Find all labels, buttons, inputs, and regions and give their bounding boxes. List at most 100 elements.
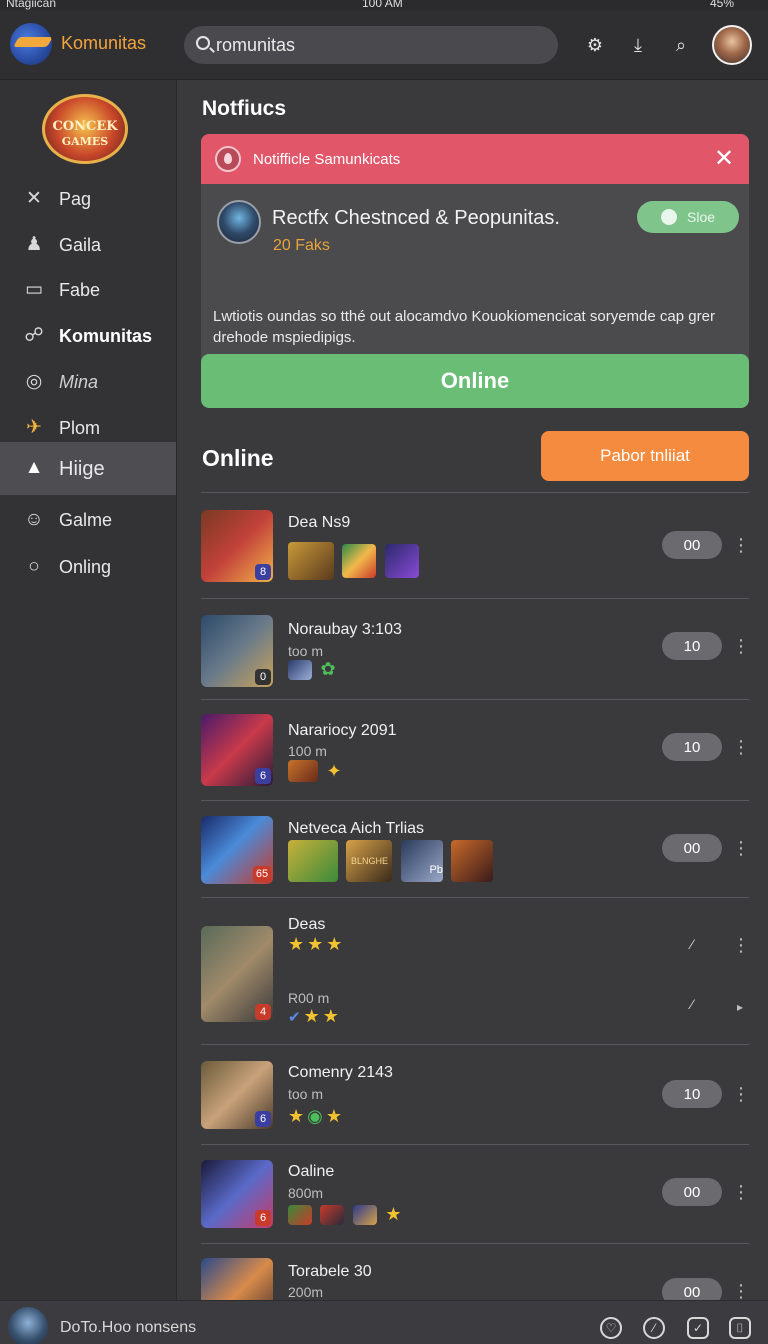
rating-stars: ★ ★ ★ <box>288 934 345 958</box>
sidebar-item-gaila[interactable]: ♟ Gaila <box>0 222 176 268</box>
game-thumbnail: 65 <box>201 816 273 884</box>
sidebar-item-label: Onling <box>59 557 112 577</box>
notification-tag-label: Sloe <box>687 209 716 225</box>
notification-avatar[interactable] <box>217 200 261 244</box>
game-icon <box>288 659 312 680</box>
more-icon[interactable]: ⋮ <box>732 1083 750 1105</box>
count-pill[interactable]: 10 <box>662 1080 722 1108</box>
sidebar-item-label: Hiige <box>59 458 105 480</box>
sidebar-item-label: Gaila <box>59 235 102 255</box>
sidebar-item-komunitas[interactable]: ☍ Komunitas <box>0 313 176 359</box>
count-pill[interactable]: 00 <box>662 834 722 862</box>
online-action-button[interactable]: Pabor tnliiat <box>541 431 749 481</box>
count-pill[interactable]: 00 <box>662 1278 722 1300</box>
sidebar-item-label: Mina <box>59 372 99 392</box>
more-icon[interactable]: ⋮ <box>732 1181 750 1203</box>
more-icon[interactable]: ⋮ <box>732 837 750 859</box>
footer-text: DoTo.Hoo nonsens <box>60 1319 197 1336</box>
list-item-title: Noraubay 3:103 <box>288 621 402 638</box>
more-icon[interactable]: ⋮ <box>732 736 750 758</box>
heart-icon[interactable]: ♡ <box>600 1317 622 1339</box>
list-item-title: Deas <box>288 916 326 933</box>
notification-name: Rectfx Chestnced & Peopunitas. <box>272 207 560 229</box>
bookmark-icon[interactable]: ⌷ <box>729 1317 751 1339</box>
game-icons <box>288 542 423 580</box>
sidebar-item-mina[interactable]: ◎ Mina <box>0 359 176 405</box>
list-item[interactable]: 6 Comenry 2143 too m ★ ◉ ★ 10 ⋮ <box>201 1060 750 1140</box>
search-input[interactable] <box>216 33 536 57</box>
list-item[interactable]: 65 Netveca Aich Trlias BLNGHE Pb 00 ⋮ <box>201 816 750 891</box>
app-logo-icon[interactable] <box>10 23 52 65</box>
star-icon: ★ <box>325 1106 342 1126</box>
brand-logo[interactable]: CONCEK GAMES <box>42 94 128 164</box>
carrier-label: Ntagiican <box>6 0 57 10</box>
sidebar: CONCEK GAMES ✕ Pag ♟ Gaila ▭ Fabe ☍ Komu… <box>0 80 177 1300</box>
game-thumbnail: 0 <box>201 615 273 687</box>
status-bar: Ntagiican 100 AM 45% <box>0 0 768 10</box>
game-icons: ✿ <box>288 659 339 697</box>
sidebar-item-fabe[interactable]: ▭ Fabe <box>0 267 176 313</box>
search-bar[interactable] <box>184 26 558 64</box>
thumbnail-badge: 6 <box>255 1111 271 1127</box>
footer-avatar[interactable] <box>8 1307 48 1344</box>
compass-icon[interactable]: ⁄ <box>643 1317 665 1339</box>
game-icon <box>320 1204 345 1225</box>
more-icon[interactable]: ⋮ <box>732 534 750 556</box>
chevron-right-icon[interactable]: ▸ <box>732 996 748 1018</box>
divider <box>201 897 749 898</box>
notification-tag[interactable]: Sloe <box>637 201 739 233</box>
list-item-title: Narariocy 2091 <box>288 722 397 739</box>
list-item-title: Torabele 30 <box>288 1263 372 1280</box>
drop-icon <box>215 146 241 172</box>
clover-icon: ✿ <box>320 659 336 679</box>
star-icon: ★ <box>326 934 343 954</box>
close-icon[interactable]: ✕ <box>711 146 737 172</box>
game-icons: ★ <box>288 1204 405 1228</box>
list-item[interactable]: 6 Narariocy 2091 100 m ✦ 10 ⋮ <box>201 714 750 794</box>
count-pill[interactable]: 00 <box>662 531 722 559</box>
list-item[interactable]: 0 Noraubay 3:103 too m ✿ 10 ⋮ <box>201 613 750 693</box>
thumbnail-badge: 0 <box>255 669 271 685</box>
game-thumbnail: 8 <box>201 510 273 582</box>
list-item-title: Oaline <box>288 1163 335 1180</box>
sidebar-item-label: Pag <box>59 189 92 209</box>
list-item-title: Comenry 2143 <box>288 1064 393 1081</box>
more-icon[interactable]: ⋮ <box>732 934 750 956</box>
count-pill[interactable]: 10 <box>662 632 722 660</box>
count-pill[interactable]: 00 <box>662 1178 722 1206</box>
list-item[interactable]: 6 Oaline 800m ★ 00 ⋮ <box>201 1159 750 1239</box>
target-icon: ◎ <box>25 371 43 392</box>
list-item-subtitle: 800m <box>288 1185 324 1201</box>
game-icons: BLNGHE Pb <box>288 840 497 882</box>
list-item[interactable]: 8 Dea Ns9 00 ⋮ <box>201 508 750 588</box>
warning-icon: ▲ <box>24 457 44 478</box>
tick-icon: ⁄ <box>691 936 694 952</box>
download-icon[interactable]: ⤓ <box>627 34 649 56</box>
game-icon <box>288 760 318 782</box>
sidebar-item-hiige[interactable]: ▲ Hiige <box>0 442 176 495</box>
sidebar-item-onling[interactable]: ○ Onling <box>0 544 176 590</box>
search-icon: ○ <box>28 556 40 577</box>
online-cta-button[interactable]: Online <box>201 354 749 408</box>
more-icon[interactable]: ⋮ <box>732 1280 749 1300</box>
smiley-icon: ☺ <box>24 509 44 530</box>
list-item[interactable]: 4 Deas ★ ★ ★ R00 m ✔ ★ ★ ⁄ ⋮ ⁄ ▸ <box>201 912 750 1037</box>
star-icon: ★ <box>303 1006 320 1026</box>
sidebar-item-galme[interactable]: ☺ Galme <box>0 497 176 543</box>
online-title: Online <box>202 445 274 471</box>
list-item[interactable]: Torabele 30 200m 00 ⋮ <box>201 1258 749 1300</box>
gear-icon[interactable]: ⚙ <box>584 34 606 56</box>
count-pill[interactable]: 10 <box>662 733 722 761</box>
divider <box>201 800 749 801</box>
avatar[interactable] <box>712 25 752 65</box>
more-icon[interactable]: ⋮ <box>732 635 750 657</box>
app-title: Komunitas <box>61 33 147 53</box>
search-icon[interactable]: ⌕ <box>670 34 692 56</box>
footer-bar: DoTo.Hoo nonsens ♡ ⁄ ✓ ⌷ <box>0 1300 768 1344</box>
divider <box>201 492 749 493</box>
check-square-icon[interactable]: ✓ <box>687 1317 709 1339</box>
sidebar-item-pag[interactable]: ✕ Pag <box>0 176 176 222</box>
game-thumbnail: 4 <box>201 926 273 1022</box>
star-icon: ★ <box>288 1106 305 1126</box>
game-icon: BLNGHE <box>346 840 393 882</box>
